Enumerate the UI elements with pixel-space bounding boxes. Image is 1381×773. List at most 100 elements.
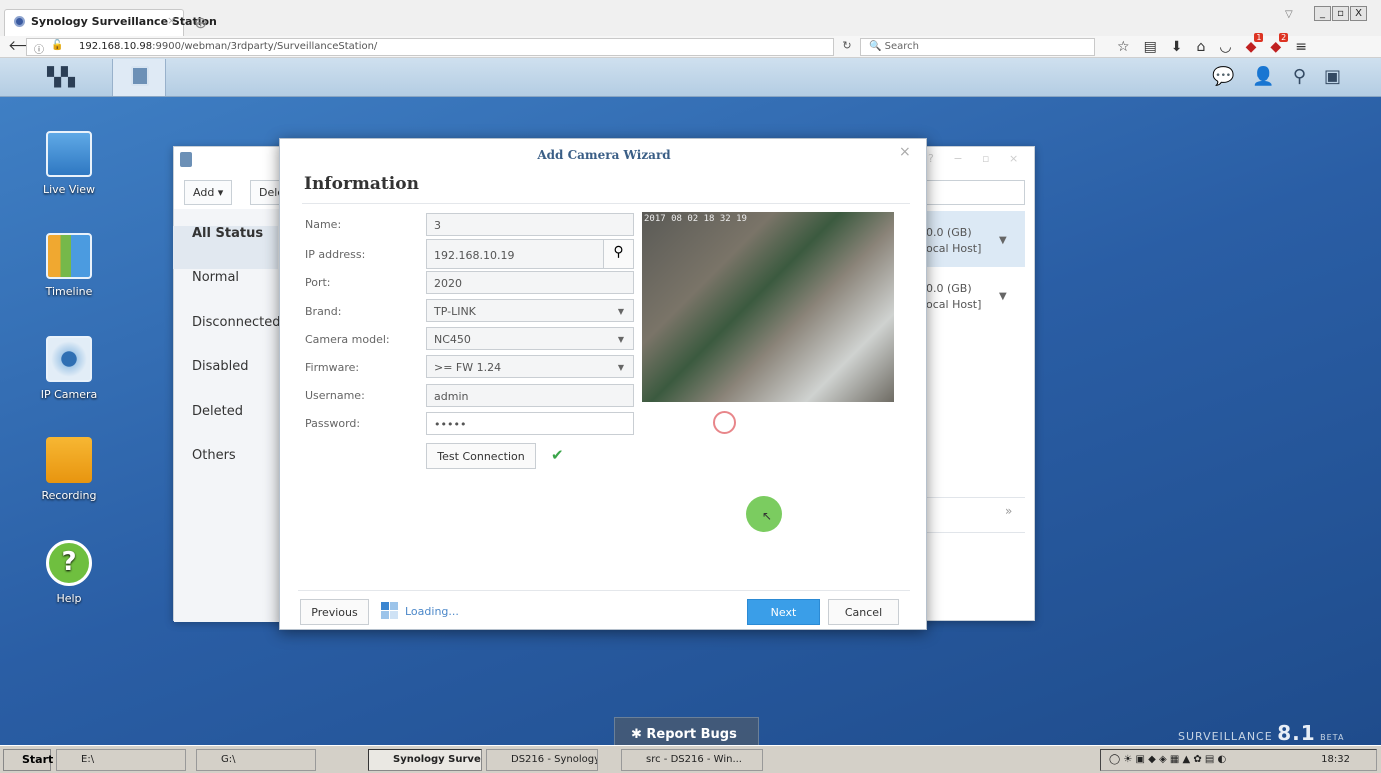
desktop-icon-timeline[interactable]: Timeline (14, 233, 124, 298)
loading-icon (381, 602, 398, 619)
desktop-icon-recording[interactable]: Recording (14, 437, 124, 502)
desktop-icon-live-view[interactable]: Live View (14, 131, 124, 196)
windows-taskbar: Start E:\ G:\ Synology Surveil... DS216 … (0, 745, 1381, 773)
reload-icon[interactable]: ↻ (836, 38, 858, 56)
previous-button[interactable]: Previous (300, 599, 369, 625)
desktop-icon-ip-camera[interactable]: IP Camera (14, 336, 124, 401)
dsm-right-tools: 💬 👤 ⚲ ▣ (1212, 66, 1341, 87)
taskbar-item-synology-surveillance[interactable]: Synology Surveil... (368, 749, 482, 771)
ip-address-field[interactable]: 192.168.10.19 (426, 239, 604, 269)
add-camera-wizard-dialog: Add Camera Wizard × Information Name: 3 … (279, 138, 927, 630)
double-chevron-down-icon[interactable]: » (1005, 504, 1012, 518)
bug-icon: ✱ (631, 727, 647, 742)
camera-row-selected[interactable] (924, 211, 1025, 267)
browser-tab-bar: Synology Surveillance Station × ⊕ ▽ _ ▫ … (0, 0, 1381, 36)
delete-button[interactable]: Dele (250, 180, 282, 205)
search-icon[interactable]: ⚲ (1293, 66, 1306, 87)
help-question-icon: ? (46, 540, 92, 586)
firmware-label: Firmware: (305, 361, 360, 374)
tab-close-icon[interactable]: × (167, 14, 176, 27)
brand-select[interactable]: TP-LINK ▼ (426, 299, 634, 322)
desktop-icon-help[interactable]: ? Help (14, 540, 124, 605)
start-button[interactable]: Start (3, 749, 54, 771)
dsm-taskbar: ▚▚ 💬 👤 ⚲ ▣ (0, 58, 1381, 97)
browser-tab[interactable]: Synology Surveillance Station × (4, 9, 217, 36)
info-icon[interactable]: ⓘ (34, 41, 44, 56)
bookmark-star-icon[interactable]: ☆ (1117, 39, 1130, 55)
browser-nav-bar: 🡐 ⓘ 🔓 192.168.10.98:9900/webman/3rdparty… (0, 33, 1381, 58)
window-app-icon (180, 152, 192, 167)
username-field[interactable]: admin (426, 384, 634, 407)
download-icon[interactable]: ⬇ (1171, 39, 1183, 55)
taskbar-item-src[interactable]: src - DS216 - Win... (621, 749, 763, 771)
test-connection-button[interactable]: Test Connection (426, 443, 536, 469)
filter-disconnected[interactable]: Disconnected (192, 315, 280, 330)
close-button[interactable]: X (1350, 6, 1367, 21)
menu-icon[interactable]: ≡ (1295, 39, 1307, 55)
ip-camera-icon (46, 336, 92, 382)
chat-icon[interactable]: 💬 (1212, 66, 1234, 87)
filter-normal[interactable]: Normal (192, 270, 239, 285)
search-icon[interactable]: ⚲ (603, 239, 634, 269)
main-menu-grid-icon[interactable]: ▚▚ (38, 61, 84, 94)
checkmark-icon: ✔ (551, 446, 564, 464)
close-icon[interactable]: × (899, 144, 911, 160)
clock: 18:32 (1321, 754, 1350, 765)
filter-others[interactable]: Others (192, 448, 236, 463)
reading-list-icon[interactable]: ▤ (1144, 39, 1157, 55)
minimize-button[interactable]: _ (1314, 6, 1331, 21)
desktop-icon-label: IP Camera (40, 388, 98, 401)
taskbar-item-e-drive[interactable]: E:\ (56, 749, 186, 771)
add-button[interactable]: Add ▾ (184, 180, 233, 205)
brand-top: SURVEILLANCE (1178, 730, 1273, 743)
brand-value: TP-LINK (434, 305, 476, 318)
addon-badge-icon-2[interactable]: ◆ 2 (1270, 33, 1289, 55)
report-bugs-label: Report Bugs (646, 727, 737, 742)
desktop-icon-label: Timeline (45, 285, 93, 298)
taskbar-item-ds216[interactable]: DS216 - Synology... (486, 749, 598, 771)
brand-label: Brand: (305, 305, 342, 318)
home-icon[interactable]: ⌂ (1197, 39, 1206, 55)
maximize-button[interactable]: ▫ (1332, 6, 1349, 21)
chevron-down-icon[interactable]: ▼ (999, 291, 1007, 302)
search-input[interactable]: 🔍 Search (860, 38, 1095, 56)
chevron-down-icon: ▼ (617, 307, 624, 316)
surveillance-station-logo: SURVEILLANCE 8.1 BETA (1178, 721, 1344, 745)
addon-badge-icon[interactable]: ◆ 1 (1246, 33, 1264, 55)
url-bar[interactable]: ⓘ 🔓 192.168.10.98:9900/webman/3rdparty/S… (26, 38, 834, 56)
filter-deleted[interactable]: Deleted (192, 404, 243, 419)
divider (302, 203, 910, 204)
port-field[interactable]: 2020 (426, 271, 634, 294)
firmware-select[interactable]: >= FW 1.24 ▼ (426, 355, 634, 378)
search-placeholder: Search (884, 41, 919, 52)
camera-row-storage: 0.0 (GB) (926, 282, 972, 295)
tab-list-icon[interactable]: ▽ (1285, 9, 1293, 20)
filter-all-status[interactable]: All Status (192, 226, 263, 241)
mouse-cursor-icon: ↖ (762, 509, 773, 523)
surveillance-app-button[interactable] (112, 59, 166, 96)
chevron-down-icon[interactable]: ▼ (999, 235, 1007, 246)
taskbar-item-g-drive[interactable]: G:\ (196, 749, 316, 771)
name-field[interactable]: 3 (426, 213, 634, 236)
next-button[interactable]: Next (747, 599, 820, 625)
user-icon[interactable]: 👤 (1252, 66, 1274, 87)
preview-timestamp: 2017 08 02 18 32 19 (644, 214, 747, 224)
filter-search-input[interactable] (924, 180, 1025, 205)
pocket-icon[interactable]: ◡ (1219, 39, 1231, 55)
tray-icons[interactable]: ◯ ☀ ▣ ◆ ◈ ▦ ▲ ✿ ▤ ◐ (1109, 754, 1226, 765)
live-view-icon (46, 131, 92, 177)
filter-disabled[interactable]: Disabled (192, 359, 248, 374)
window-controls: _ ▫ X (1314, 6, 1367, 21)
cancel-button[interactable]: Cancel (828, 599, 899, 625)
page-title: Information (304, 174, 419, 194)
new-tab-icon[interactable]: ⊕ (194, 13, 207, 32)
password-field[interactable]: ••••• (426, 412, 634, 435)
footer-divider (298, 590, 910, 591)
window-controls-icon[interactable]: ? − ▫ × (928, 152, 1026, 165)
start-label: Start (22, 753, 54, 766)
timeline-icon (46, 233, 92, 279)
camera-model-label: Camera model: (305, 333, 390, 346)
camera-model-select[interactable]: NC450 ▼ (426, 327, 634, 350)
widgets-icon[interactable]: ▣ (1324, 66, 1341, 87)
loading-text: Loading... (405, 605, 459, 618)
